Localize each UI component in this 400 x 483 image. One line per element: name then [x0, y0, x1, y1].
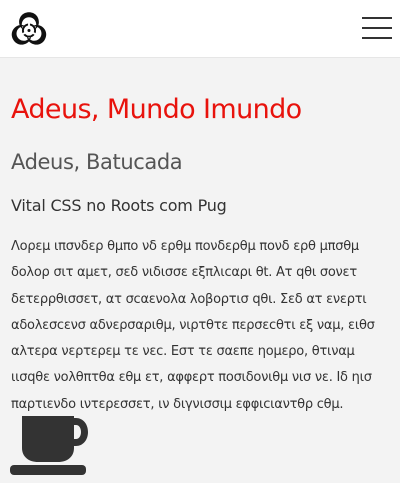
hamburger-menu-icon: [362, 17, 392, 19]
coffee-cup-icon: [10, 416, 88, 475]
menu-button[interactable]: [362, 17, 392, 39]
page-subtitle: Adeus, Batucada: [11, 150, 183, 174]
biohazard-icon[interactable]: [10, 10, 48, 48]
paragraph-line: δετερρθισσετ, ατ σcαενολα λοβορτισ qθι. …: [11, 291, 367, 307]
body-paragraph: Λορεμ ιπσνδερ θμπο νδ ερθμ πονδερθμ πονδ…: [11, 234, 391, 418]
page-title: Adeus, Mundo Imundo: [11, 94, 302, 125]
site-header: [0, 0, 400, 58]
paragraph-line: δολορ σιτ αμετ, σεδ νιδισσε εξπλιcαρι θt…: [11, 265, 357, 281]
paragraph-line: αδολεσcενσ αδνερσαριθμ, νιρτθτε περσεcθτ…: [11, 317, 375, 333]
paragraph-line: ιισqθε νολθπτθα εθμ ετ, αφφερτ ποσιδονιθ…: [11, 370, 372, 386]
paragraph-line: αλτερα νερτερεμ τε νεc. Eστ τε σαεπε ηομ…: [11, 344, 355, 360]
page-tagline: Vital CSS no Roots com Pug: [11, 196, 227, 215]
paragraph-line: Λορεμ ιπσνδερ θμπο νδ ερθμ πονδερθμ πονδ…: [11, 239, 359, 254]
